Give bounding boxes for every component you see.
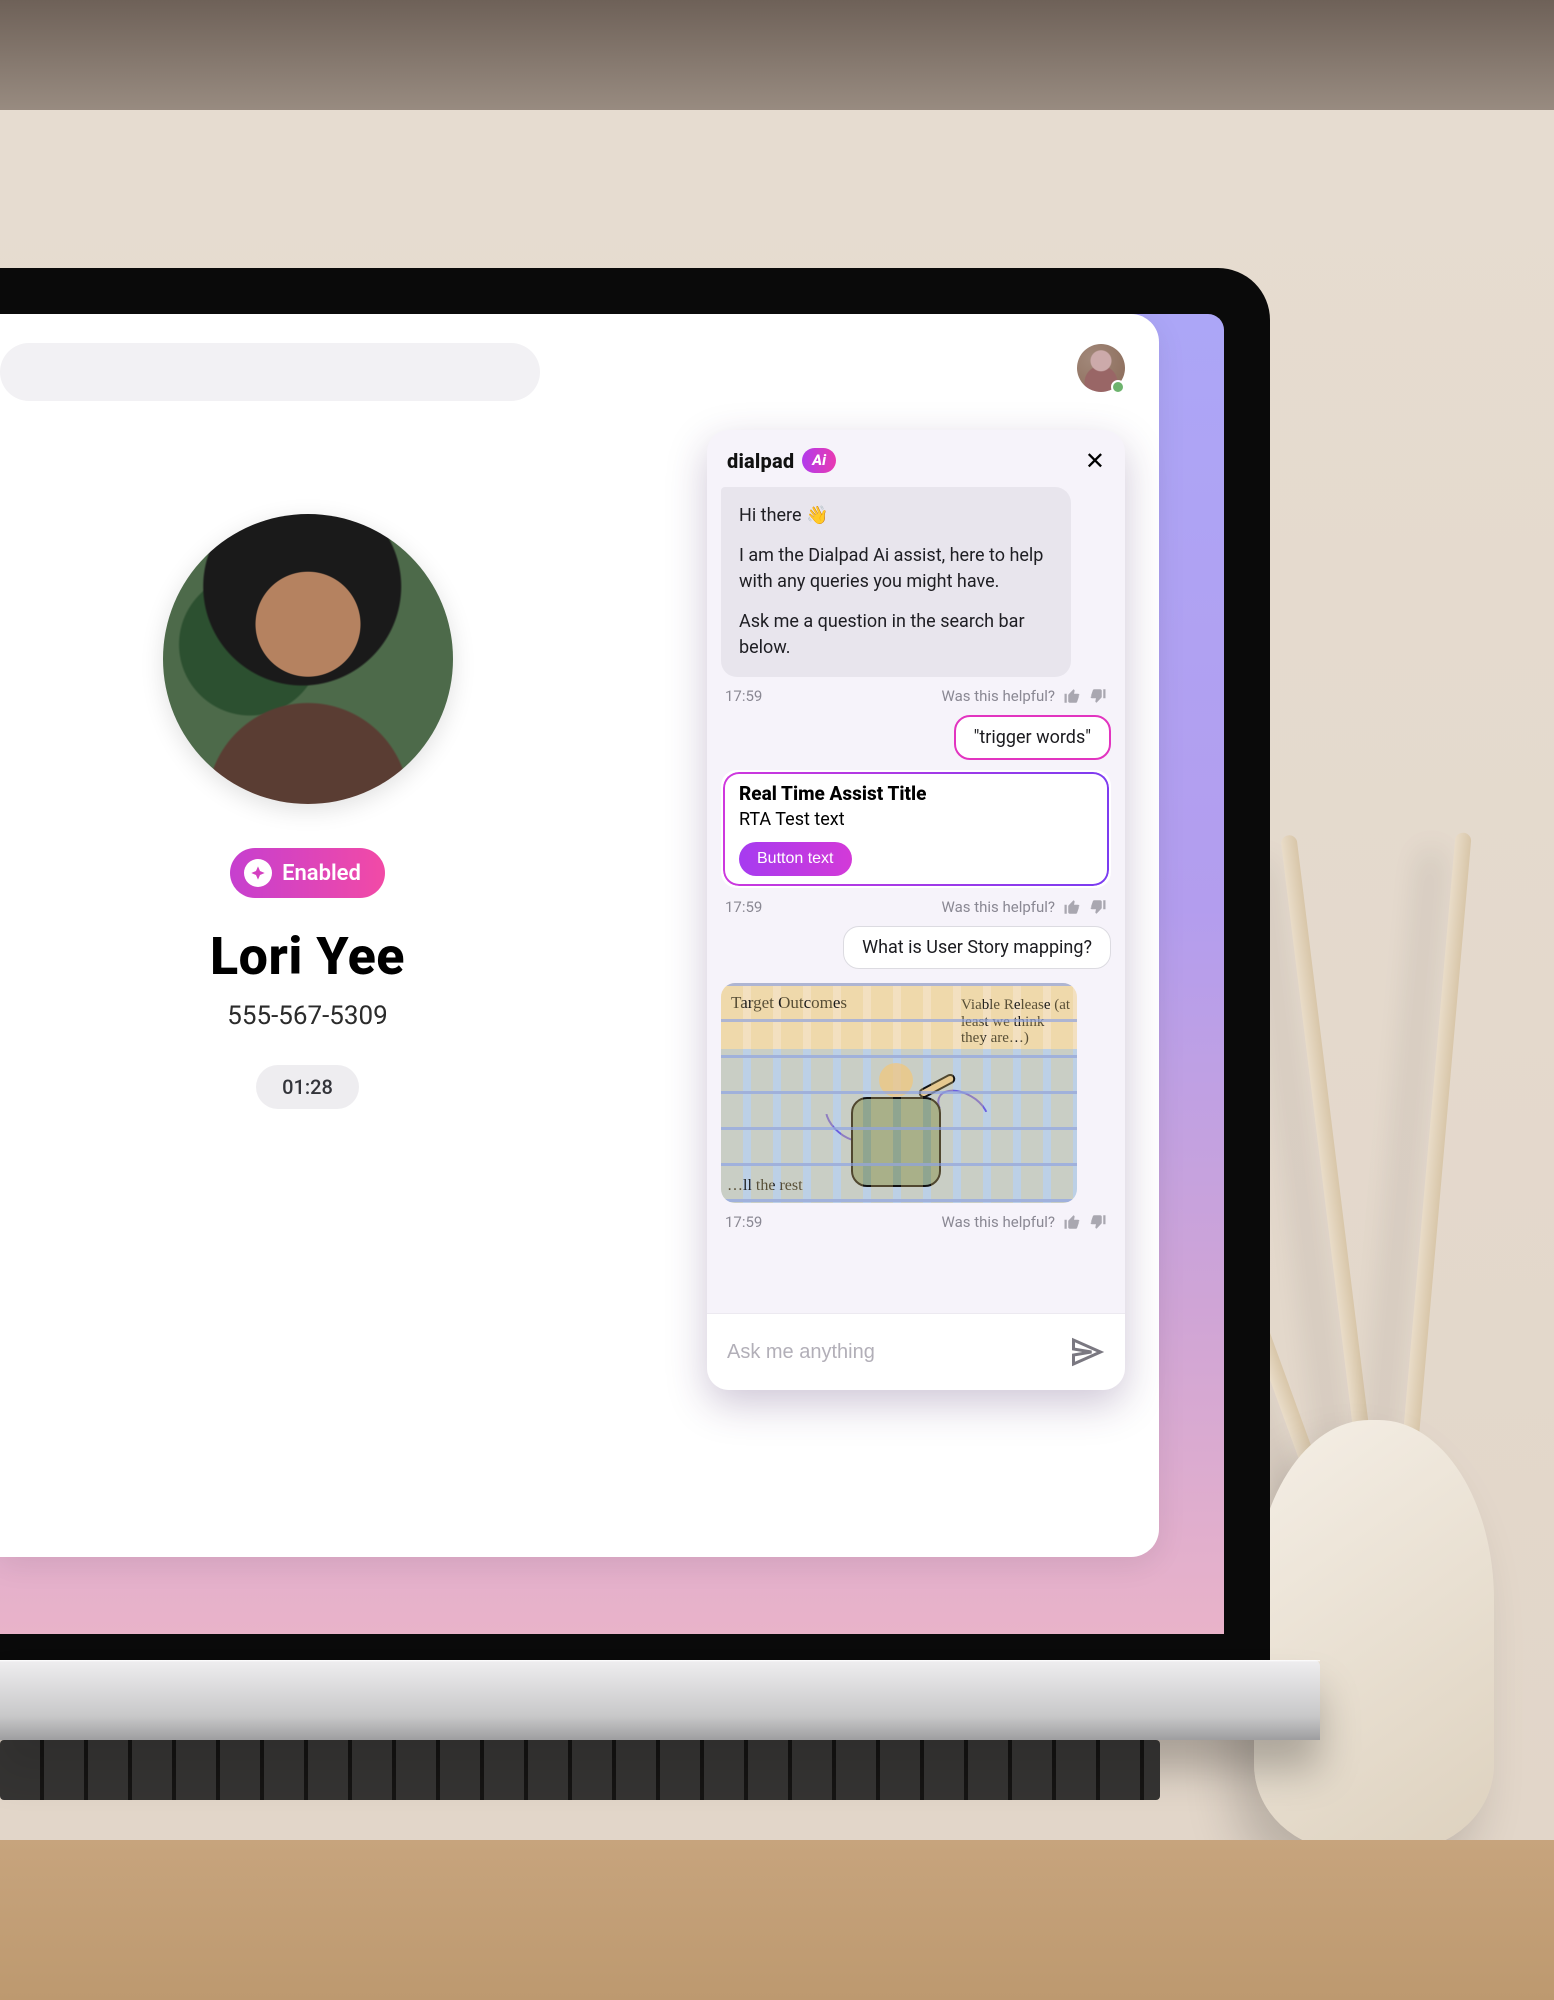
assistant-message: Hi there 👋 I am the Dialpad Ai assist, h… [721,487,1071,677]
close-icon[interactable]: ✕ [1085,449,1105,473]
user-trigger-bubble: "trigger words" [954,715,1111,760]
laptop-keyboard [0,1740,1160,1800]
thumbs-up-icon[interactable] [1063,1213,1081,1231]
rta-text: RTA Test text [739,809,1093,830]
annotation: Target Outcomes [731,993,847,1013]
ai-assist-panel: dialpad Ai ✕ Hi there 👋 I am the Dialpad… [707,430,1125,1390]
helpful-label: Was this helpful? [942,687,1055,705]
screen: Enabled Lori Yee 555-567-5309 01:28 dial… [0,314,1224,1634]
contact-avatar [163,514,453,804]
send-icon[interactable] [1069,1334,1105,1370]
brand-ai-badge: Ai [802,448,836,473]
topbar [0,314,1159,429]
app-window: Enabled Lori Yee 555-567-5309 01:28 dial… [0,314,1159,1557]
assist-brand: dialpad Ai [727,448,836,473]
timestamp: 17:59 [725,898,762,916]
timestamp: 17:59 [725,687,762,705]
rta-title: Real Time Assist Title [739,782,1093,805]
contact-name: Lori Yee [210,926,405,987]
thumbs-down-icon[interactable] [1089,687,1107,705]
rta-card: Real Time Assist Title RTA Test text But… [721,770,1111,888]
ai-enabled-pill[interactable]: Enabled [230,848,385,898]
contact-phone: 555-567-5309 [227,1001,388,1031]
timestamp: 17:59 [725,1213,762,1231]
thumbs-up-icon[interactable] [1063,687,1081,705]
user-question-bubble: What is User Story mapping? [843,926,1111,969]
prompt-text: Ask me a question in the search bar belo… [739,609,1053,661]
search-input[interactable] [0,343,540,401]
ai-icon [244,859,272,887]
annotation: Viable Release (at least we think they a… [961,997,1071,1047]
annotation: …ll the rest [727,1177,803,1195]
helpful-label: Was this helpful? [942,898,1055,916]
pill-label: Enabled [282,861,361,886]
assist-input-row [707,1313,1125,1390]
thumbs-up-icon[interactable] [1063,898,1081,916]
thumbs-down-icon[interactable] [1089,898,1107,916]
story-mapping-image: Target Outcomes Viable Release (at least… [721,983,1077,1203]
presence-indicator [1111,380,1125,394]
intro-text: I am the Dialpad Ai assist, here to help… [739,543,1053,595]
brand-word: dialpad [727,449,794,473]
rta-button[interactable]: Button text [739,842,852,876]
thumbs-down-icon[interactable] [1089,1213,1107,1231]
contact-card: Enabled Lori Yee 555-567-5309 01:28 [0,514,615,1109]
laptop-frame: Enabled Lori Yee 555-567-5309 01:28 dial… [0,268,1270,1680]
assist-input[interactable] [727,1341,1055,1364]
helpful-label: Was this helpful? [942,1213,1055,1231]
call-timer: 01:28 [256,1065,359,1109]
laptop-base [0,1660,1320,1740]
greeting-text: Hi there 👋 [739,503,1053,529]
